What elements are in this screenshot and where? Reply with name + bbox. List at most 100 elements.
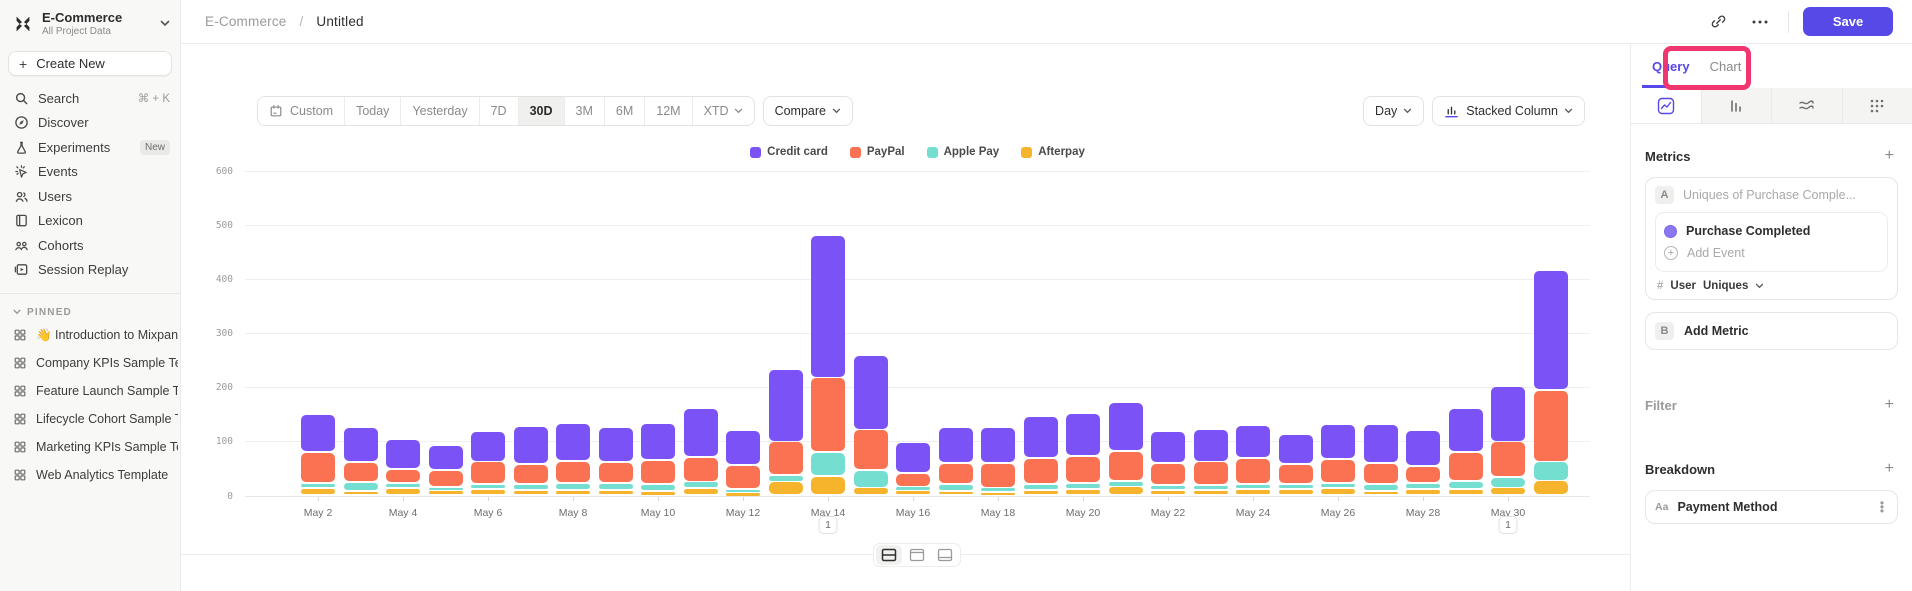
legend-item[interactable]: Afterpay [1021, 146, 1085, 158]
bar-segment[interactable] [896, 443, 930, 472]
range-button-yesterday[interactable]: Yesterday [401, 97, 479, 125]
bar-segment[interactable] [1449, 490, 1483, 495]
add-breakdown-plus-icon[interactable]: + [1881, 458, 1898, 480]
bar-segment[interactable] [684, 409, 718, 456]
bar-segment[interactable] [854, 356, 888, 428]
bar-segment[interactable] [939, 428, 973, 461]
bar-segment[interactable] [1109, 452, 1143, 480]
layout-toggle-panel-top[interactable] [904, 545, 930, 565]
bar-segment[interactable] [641, 461, 675, 483]
pinned-board-item[interactable]: Feature Launch Sample Templa [0, 377, 180, 405]
bar-segment[interactable] [599, 491, 633, 495]
project-switcher[interactable]: E-Commerce All Project Data [0, 0, 180, 43]
legend-item[interactable]: Credit card [750, 146, 828, 158]
bar-segment[interactable] [1151, 491, 1185, 494]
bar-segment[interactable] [1194, 462, 1228, 484]
retention-tab[interactable] [1842, 88, 1912, 123]
bar-segment[interactable] [429, 471, 463, 486]
bar-segment[interactable] [1279, 435, 1313, 463]
bar-segment[interactable] [1406, 467, 1440, 481]
more-options-icon[interactable] [1746, 8, 1774, 36]
bar-segment[interactable] [769, 476, 803, 481]
bar-segment[interactable] [1491, 488, 1525, 494]
bar-segment[interactable] [1109, 403, 1143, 450]
layout-toggle-split-horizontal[interactable] [876, 545, 902, 565]
bar-segment[interactable] [1024, 417, 1058, 457]
layout-toggle-panel-bottom[interactable] [932, 545, 958, 565]
range-button-6m[interactable]: 6M [605, 97, 645, 125]
bar-segment[interactable] [684, 489, 718, 494]
bar-segment[interactable] [556, 462, 590, 482]
bar-segment[interactable] [1151, 464, 1185, 484]
bar-segment[interactable] [1449, 453, 1483, 480]
pinned-board-item[interactable]: Web Analytics Template [0, 461, 180, 489]
bar-segment[interactable] [344, 428, 378, 461]
bar-segment[interactable] [556, 424, 590, 460]
bar-segment[interactable] [556, 491, 590, 495]
bar-segment[interactable] [684, 482, 718, 487]
breakdown-item-card[interactable]: Aa Payment Method ••• [1645, 490, 1898, 524]
bar-segment[interactable] [301, 489, 335, 494]
bar-segment[interactable] [641, 492, 675, 495]
bar-segment[interactable] [1364, 492, 1398, 495]
range-button-xtd[interactable]: XTD [693, 97, 754, 125]
bar-segment[interactable] [1491, 442, 1525, 476]
compare-button[interactable]: Compare [763, 96, 853, 126]
bar-segment[interactable] [811, 477, 845, 494]
granularity-dropdown[interactable]: Day [1363, 96, 1424, 126]
create-new-button[interactable]: + Create New [8, 51, 172, 76]
bar-segment[interactable] [684, 458, 718, 481]
pinned-board-item[interactable]: Company KPIs Sample Templat [0, 349, 180, 377]
tab-chart[interactable]: Chart [1700, 44, 1752, 88]
legend-item[interactable]: PayPal [850, 146, 905, 158]
bar-segment[interactable] [471, 490, 505, 495]
annotation-badge[interactable]: 1 [819, 516, 838, 534]
sidebar-item-experiments[interactable]: ExperimentsNew [0, 135, 180, 160]
bar-segment[interactable] [514, 465, 548, 483]
insights-tab[interactable] [1631, 88, 1701, 123]
flows-tab[interactable] [1771, 88, 1842, 123]
pinned-board-item[interactable]: Marketing KPIs Sample Templat [0, 433, 180, 461]
add-metric-card[interactable]: B Add Metric [1645, 312, 1898, 350]
bar-segment[interactable] [896, 487, 930, 490]
bar-segment[interactable] [1534, 481, 1568, 494]
bar-segment[interactable] [726, 466, 760, 487]
bar-segment[interactable] [1321, 484, 1355, 488]
bar-segment[interactable] [301, 415, 335, 451]
bar-segment[interactable] [386, 484, 420, 487]
breadcrumb-project[interactable]: E-Commerce [205, 14, 287, 29]
range-button-3m[interactable]: 3M [565, 97, 605, 125]
measurement-row[interactable]: # User Uniques [1655, 280, 1888, 292]
bar-segment[interactable] [1236, 490, 1270, 494]
bar-segment[interactable] [811, 378, 845, 451]
sidebar-item-lexicon[interactable]: Lexicon [0, 209, 180, 234]
bar-segment[interactable] [386, 440, 420, 468]
bar-segment[interactable] [471, 432, 505, 461]
pinned-board-item[interactable]: Lifecycle Cohort Sample Temp [0, 405, 180, 433]
bar-segment[interactable] [344, 492, 378, 495]
bar-segment[interactable] [1534, 462, 1568, 479]
bar-segment[interactable] [1449, 482, 1483, 488]
bar-segment[interactable] [1321, 425, 1355, 458]
bar-segment[interactable] [1236, 485, 1270, 488]
bar-segment[interactable] [1364, 425, 1398, 462]
bar-segment[interactable] [1194, 491, 1228, 495]
bar-segment[interactable] [386, 470, 420, 482]
bar-segment[interactable] [896, 491, 930, 494]
pinned-board-item[interactable]: 👋 Introduction to Mixpanel Bo [0, 321, 180, 349]
bar-segment[interactable] [1151, 432, 1185, 462]
legend-item[interactable]: Apple Pay [927, 146, 1000, 158]
bar-segment[interactable] [1066, 490, 1100, 495]
bar-segment[interactable] [769, 442, 803, 474]
bar-segment[interactable] [726, 493, 760, 496]
bar-segment[interactable] [939, 464, 973, 484]
range-button-30d[interactable]: 30D [519, 97, 565, 125]
bar-segment[interactable] [471, 485, 505, 488]
breadcrumb-page-title[interactable]: Untitled [316, 14, 363, 29]
bar-segment[interactable] [939, 492, 973, 495]
bar-segment[interactable] [811, 236, 845, 377]
bar-segment[interactable] [981, 488, 1015, 491]
bar-segment[interactable] [1534, 391, 1568, 461]
bar-segment[interactable] [429, 491, 463, 494]
bar-segment[interactable] [1236, 459, 1270, 483]
